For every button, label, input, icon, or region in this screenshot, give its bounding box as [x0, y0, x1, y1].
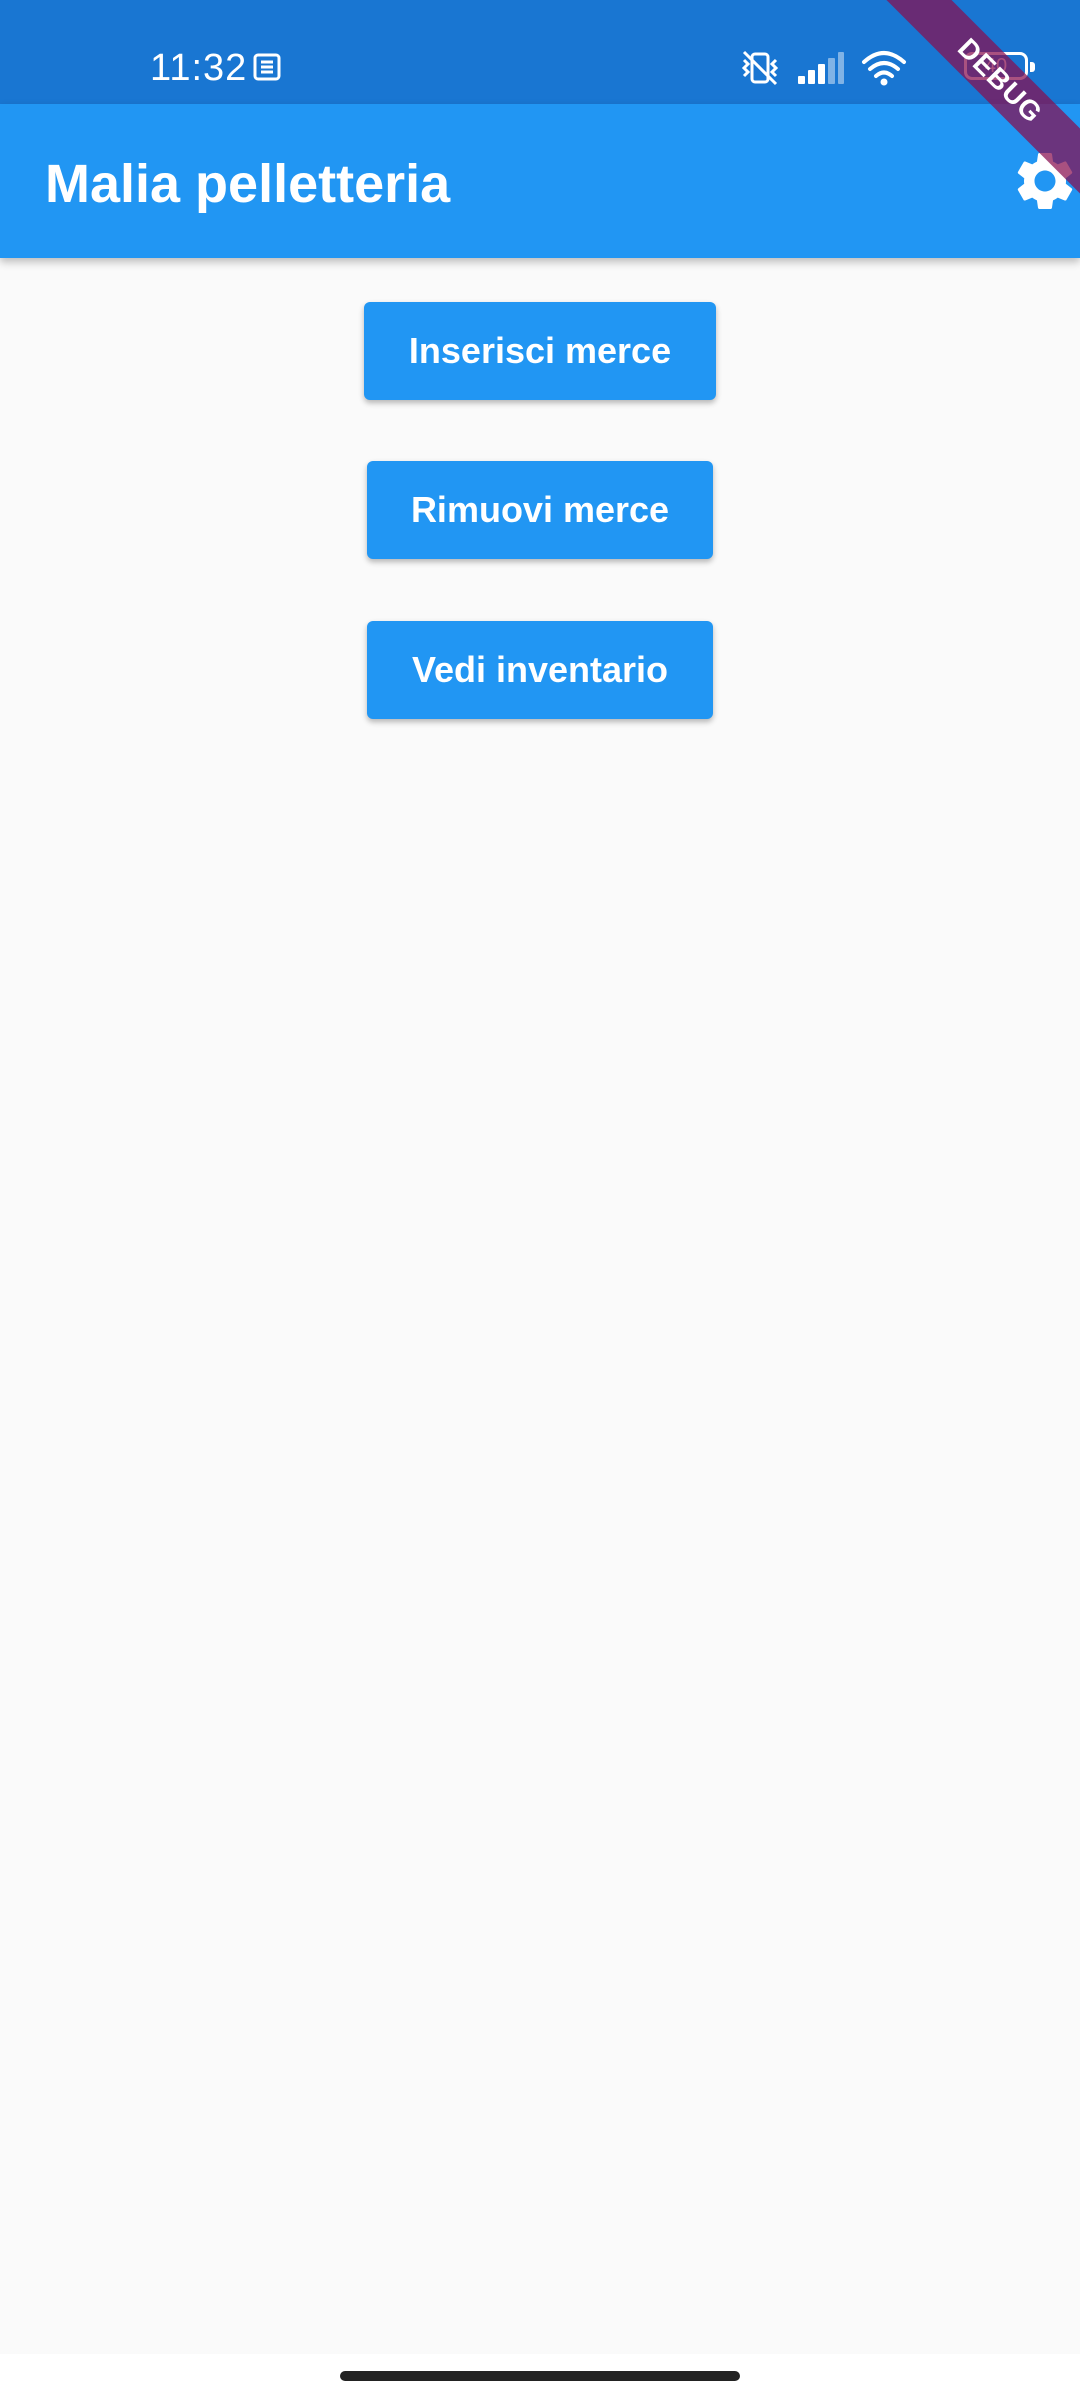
- remove-goods-button[interactable]: Rimuovi merce: [367, 461, 713, 559]
- status-time: 11:32: [150, 47, 248, 89]
- home-indicator[interactable]: [340, 2371, 740, 2381]
- signal-icon: [798, 52, 844, 84]
- app-screen: 11:32 Malia pelletteria DEBUG Inserisci …: [0, 0, 1080, 2400]
- vibrate-off-icon: [741, 50, 779, 86]
- battery-nub: [1030, 62, 1035, 72]
- view-inventory-button[interactable]: Vedi inventario: [367, 621, 713, 719]
- news-icon: [253, 53, 281, 81]
- app-bar: Malia pelletteria: [0, 104, 1080, 258]
- wifi-icon: [862, 51, 906, 86]
- insert-goods-button[interactable]: Inserisci merce: [364, 302, 716, 400]
- page-title: Malia pelletteria: [45, 154, 451, 214]
- navigation-bar: [0, 2354, 1080, 2400]
